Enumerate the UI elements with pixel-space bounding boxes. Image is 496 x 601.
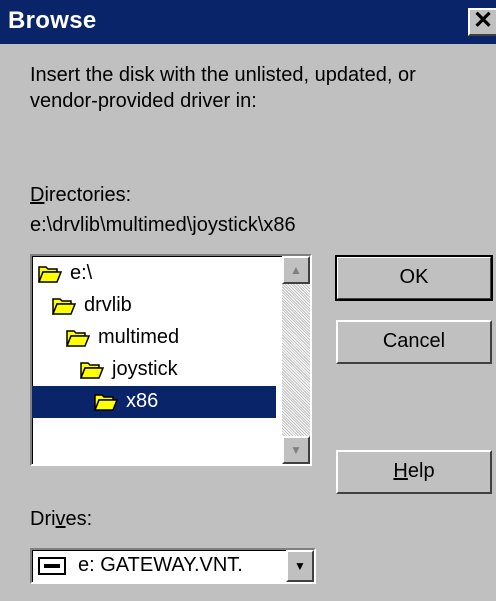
directory-item-label: drvlib [84,294,132,316]
help-button[interactable]: Help [336,450,492,494]
folder-open-icon [66,330,90,347]
scroll-up-arrow-icon: ▲ [290,263,302,277]
directory-scrollbar[interactable]: ▲ ▼ [282,256,310,464]
folder-open-icon [38,266,62,283]
directory-item-label: e:\ [70,262,93,284]
directory-item-label: multimed [98,326,180,348]
scroll-down-arrow-icon: ▼ [290,443,302,457]
scroll-down-button[interactable]: ▼ [282,436,310,464]
directory-item-joystick[interactable]: joystick [32,354,274,386]
drives-dropdown[interactable]: e: GATEWAY.VNT. ▼ [30,548,316,584]
directory-item-e-root[interactable]: e:\ [32,258,274,290]
directory-item-x86[interactable]: x86 [32,386,276,418]
instruction-line-2: vendor-provided driver in: [30,90,257,112]
close-button[interactable]: ✕ [468,8,496,36]
title-bar: Browse ✕ [0,0,496,44]
drives-dropdown-button[interactable]: ▼ [286,550,314,582]
cancel-button[interactable]: Cancel [336,320,492,364]
directory-listbox[interactable]: e:\ drvlib multimed joystick x86 ▲ ▼ [30,254,312,466]
instruction-line-1: Insert the disk with the unlisted, updat… [30,64,416,86]
directories-label: Directories: [30,184,132,206]
current-directory-path: e:\drvlib\multimed\joystick\x86 [30,214,296,236]
window-title: Browse [8,7,97,34]
directory-item-label: x86 [126,390,159,412]
folder-open-icon [52,298,76,315]
directory-item-drvlib[interactable]: drvlib [32,290,274,322]
close-icon: ✕ [472,7,494,34]
directory-item-label: joystick [112,358,178,380]
folder-open-icon [80,362,104,379]
scroll-up-button[interactable]: ▲ [282,256,310,284]
drives-label: Drives: [30,508,93,530]
directory-item-multimed[interactable]: multimed [32,322,274,354]
ok-button[interactable]: OK [335,255,493,301]
drives-selected-value: e: GATEWAY.VNT. [78,554,243,576]
folder-open-icon [94,394,118,411]
network-drive-icon [38,557,66,575]
dropdown-arrow-icon: ▼ [294,559,306,573]
